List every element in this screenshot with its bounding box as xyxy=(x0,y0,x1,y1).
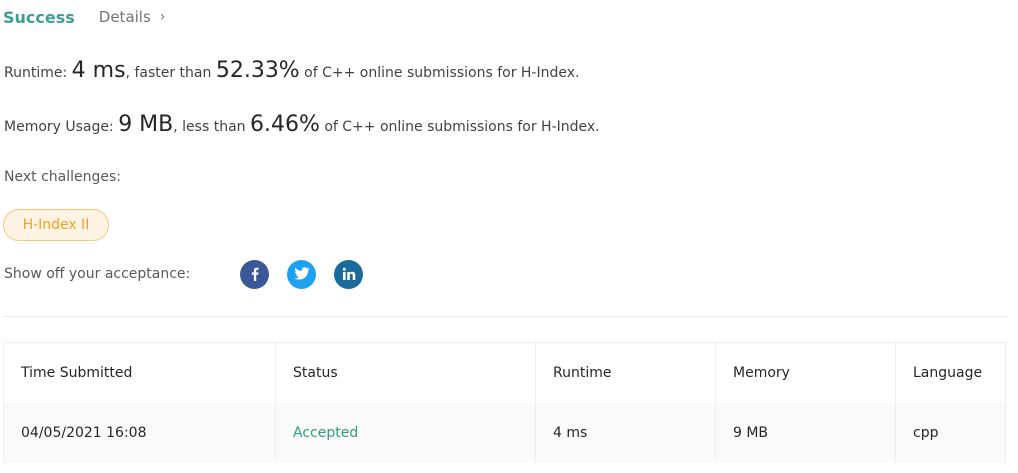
accepted-status-link[interactable]: Accepted xyxy=(293,425,358,441)
details-label: Details xyxy=(98,8,151,26)
facebook-icon[interactable] xyxy=(240,259,269,289)
memory-label: Memory Usage: xyxy=(4,119,114,135)
column-header-time-submitted: Time Submitted xyxy=(4,343,276,403)
twitter-icon[interactable] xyxy=(287,259,316,289)
result-header: Success Details › xyxy=(3,5,165,29)
column-header-status: Status xyxy=(276,343,536,403)
submissions-table: Time Submitted Status Runtime Memory Lan… xyxy=(3,342,1006,463)
runtime-suffix: of C++ online submissions for H-Index. xyxy=(304,65,580,81)
column-header-memory: Memory xyxy=(716,343,896,403)
runtime-percentile: 52.33% xyxy=(215,58,300,83)
runtime-label: Runtime: xyxy=(4,65,68,81)
cell-language: cpp xyxy=(913,425,939,441)
share-row: Show off your acceptance: xyxy=(4,259,381,289)
details-link[interactable]: Details › xyxy=(99,8,166,26)
runtime-comparison: , faster than xyxy=(125,65,212,81)
memory-stat: Memory Usage: 9 MB, less than 6.46% of C… xyxy=(4,112,600,137)
cell-memory: 9 MB xyxy=(716,403,896,463)
share-label: Show off your acceptance: xyxy=(4,266,191,282)
memory-comparison: , less than xyxy=(173,119,246,135)
cell-status: Accepted xyxy=(276,403,536,463)
memory-percentile: 6.46% xyxy=(249,112,320,137)
column-header-language: Language xyxy=(913,365,983,381)
chevron-right-icon: › xyxy=(159,9,166,25)
runtime-value: 4 ms xyxy=(71,58,126,83)
linkedin-icon[interactable] xyxy=(334,259,363,289)
cell-time-submitted: 04/05/2021 16:08 xyxy=(4,403,276,463)
table-header-row: Time Submitted Status Runtime Memory Lan… xyxy=(4,343,1005,403)
runtime-stat: Runtime: 4 ms, faster than 52.33% of C++… xyxy=(4,58,579,83)
table-row: 04/05/2021 16:08 Accepted 4 ms 9 MB cpp xyxy=(4,403,1005,463)
memory-suffix: of C++ online submissions for H-Index. xyxy=(324,119,600,135)
cell-runtime: 4 ms xyxy=(536,403,716,463)
submission-status-title: Success xyxy=(3,7,75,27)
challenge-tag-h-index-ii[interactable]: H-Index II xyxy=(3,209,109,241)
next-challenges-label: Next challenges: xyxy=(4,169,121,185)
memory-value: 9 MB xyxy=(118,112,174,137)
section-divider xyxy=(3,316,1007,317)
column-header-runtime: Runtime xyxy=(536,343,716,403)
